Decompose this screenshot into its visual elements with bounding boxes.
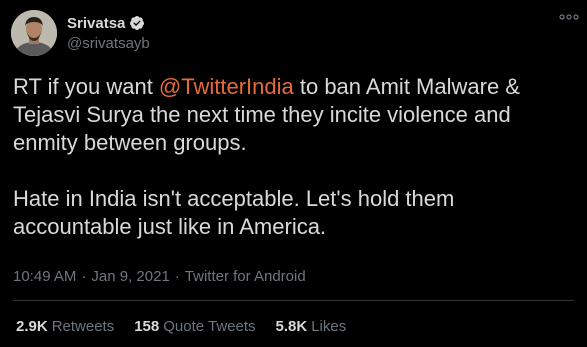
quote-tweets-label: Quote Tweets	[163, 318, 256, 335]
likes-count: 5.8K	[275, 318, 308, 335]
tweet-time[interactable]: 10:49 AM	[13, 268, 76, 285]
author-row: Srivatsa	[67, 13, 145, 33]
retweets-label: Retweets	[51, 318, 115, 335]
tweet-text-part: RT if you want	[13, 74, 159, 99]
author-handle[interactable]: @srivatsayb	[67, 35, 150, 52]
mention-link[interactable]: @TwitterIndia	[159, 74, 294, 99]
more-options-icon[interactable]	[558, 10, 580, 24]
tweet-paragraph-2: Hate in India isn't acceptable. Let's ho…	[13, 186, 455, 239]
quote-tweets-count: 158	[134, 318, 160, 335]
verified-badge-icon	[129, 15, 145, 31]
meta-separator: ·	[174, 268, 180, 285]
retweets-count: 2.9K	[16, 318, 48, 335]
avatar[interactable]	[11, 10, 57, 56]
tweet-date[interactable]: Jan 9, 2021	[91, 268, 169, 285]
quote-tweets-stat[interactable]: 158 Quote Tweets	[134, 318, 255, 335]
tweet-card: Srivatsa @srivatsayb RT if you want @Twi…	[0, 0, 587, 347]
meta-separator: ·	[81, 268, 87, 285]
tweet-meta: 10:49 AM · Jan 9, 2021 · Twitter for And…	[13, 268, 306, 285]
retweets-stat[interactable]: 2.9K Retweets	[16, 318, 114, 335]
likes-label: Likes	[311, 318, 347, 335]
likes-stat[interactable]: 5.8K Likes	[276, 318, 347, 335]
engagement-stats: 2.9K Retweets 158 Quote Tweets 5.8K Like…	[16, 318, 366, 335]
author-name[interactable]: Srivatsa	[67, 15, 125, 32]
tweet-source[interactable]: Twitter for Android	[185, 268, 306, 285]
tweet-text: RT if you want @TwitterIndia to ban Amit…	[13, 73, 578, 241]
divider	[13, 300, 574, 301]
